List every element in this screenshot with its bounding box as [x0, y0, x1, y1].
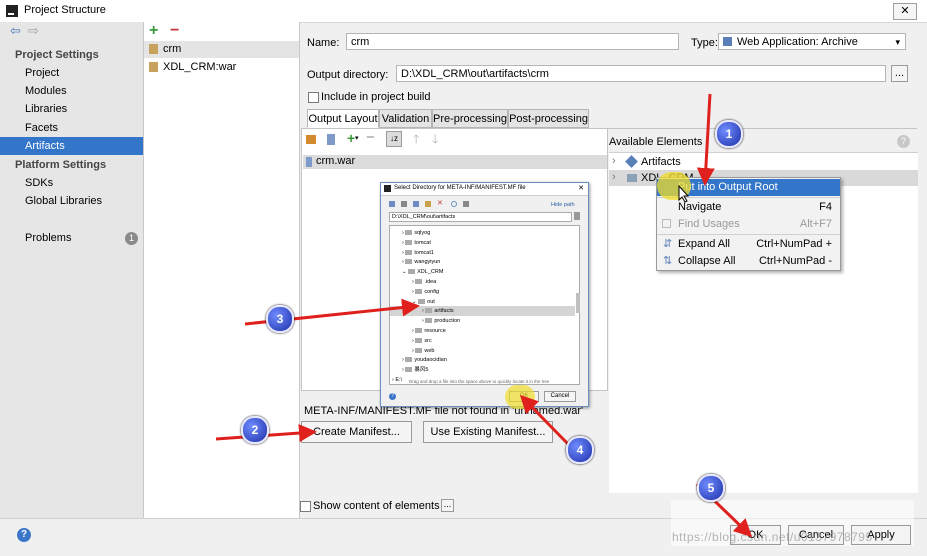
callout-5: 5 [697, 474, 725, 502]
callout-3: 3 [266, 305, 294, 333]
arrow-1 [696, 93, 715, 186]
callout-2: 2 [241, 416, 269, 444]
arrow-4 [519, 394, 570, 446]
callout-1: 1 [715, 120, 743, 148]
mouse-cursor-icon [678, 185, 690, 203]
callout-4: 4 [566, 436, 594, 464]
annotation-arrows [215, 93, 753, 538]
